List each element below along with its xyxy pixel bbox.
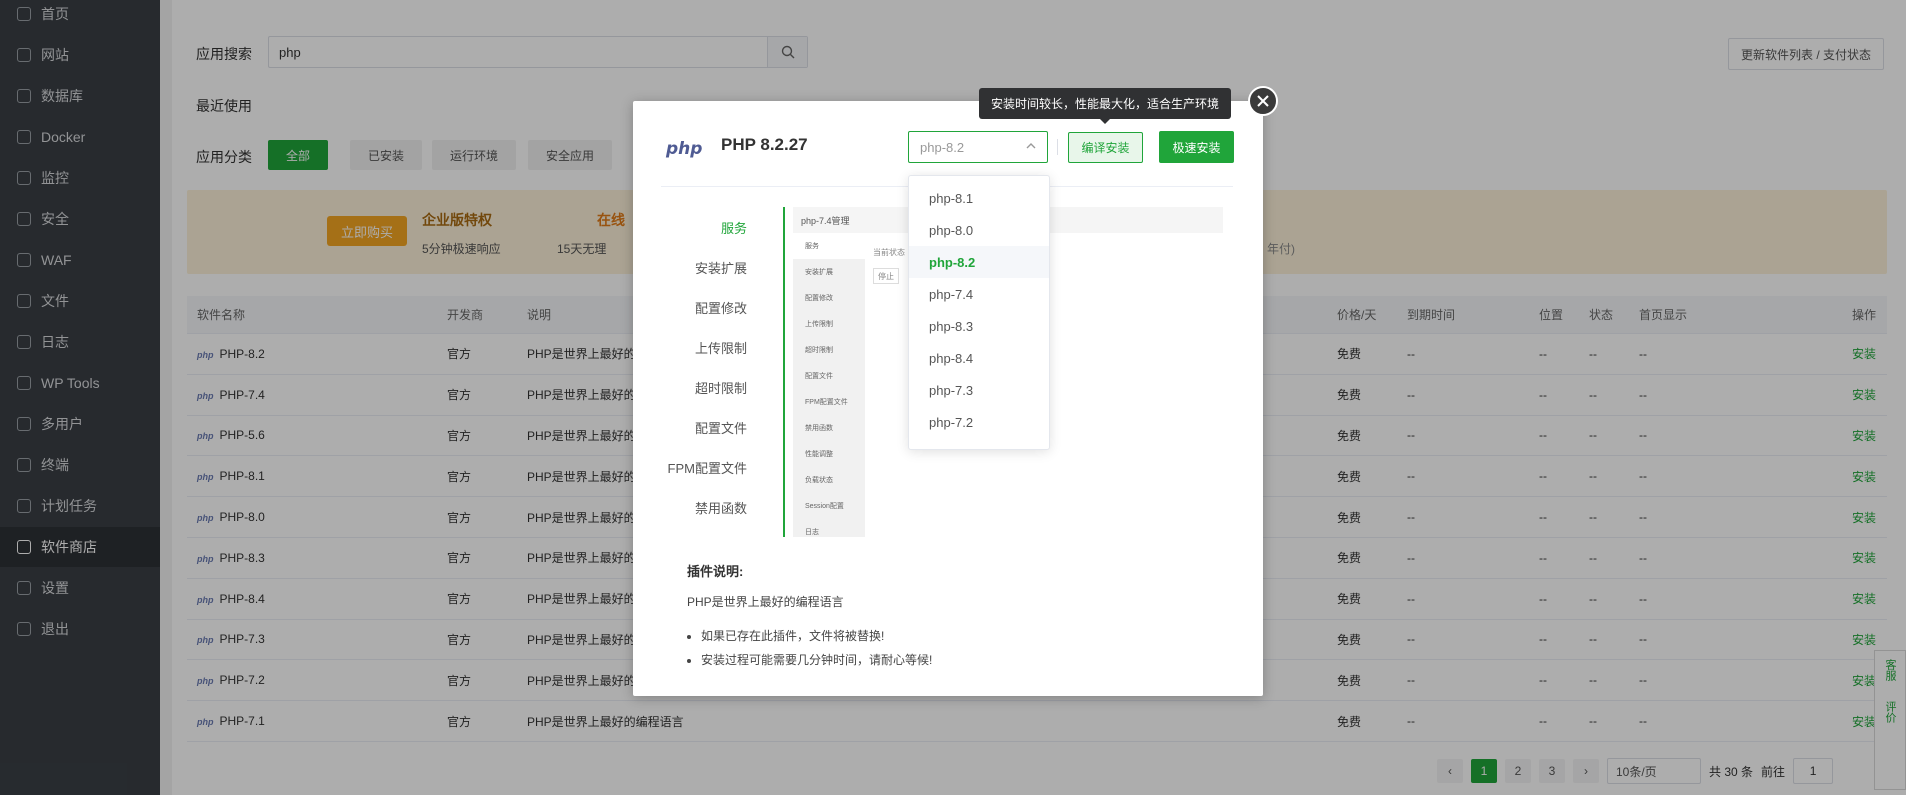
version-select-value: php-8.2: [920, 139, 965, 155]
version-select[interactable]: php-8.2: [908, 131, 1048, 163]
close-icon: [1257, 95, 1269, 107]
close-modal-button[interactable]: [1248, 86, 1278, 116]
preview-nav-item: 配置修改: [805, 295, 833, 302]
feature-item: 服务: [720, 220, 747, 236]
tooltip-arrow: [1099, 118, 1111, 124]
preview-nav-item: 禁用函数: [805, 425, 833, 432]
feature-item: 上传限制: [694, 340, 747, 356]
preview-nav-item: 性能调整: [805, 451, 833, 458]
version-option[interactable]: php-7.2: [909, 406, 1049, 438]
feature-item: 安装扩展: [694, 260, 747, 276]
feature-item: 配置修改: [694, 300, 747, 316]
php-logo: php: [666, 139, 703, 159]
version-option[interactable]: php-8.3: [909, 310, 1049, 342]
preview-nav: 服务安装扩展配置修改上传限制超时限制配置文件 FPM配置文件 禁用函数性能调整负载状…: [793, 233, 865, 537]
preview-stop: 停止: [873, 268, 899, 284]
desc-list-item: 如果已存在此插件，文件将被替换!: [701, 627, 932, 644]
preview-nav-item: Session配置: [805, 503, 844, 510]
separator: [1057, 139, 1058, 155]
fast-install-button[interactable]: 极速安装: [1159, 131, 1234, 163]
plugin-desc-title: 插件说明:: [687, 564, 744, 579]
preview-nav-item: 上传限制: [805, 321, 833, 328]
compile-tooltip: 安装时间较长，性能最大化，适合生产环境: [979, 88, 1231, 119]
feature-item: 超时限制: [694, 380, 747, 396]
preview-nav-item: 安装扩展: [805, 269, 833, 276]
feature-item: FPM配置文件: [667, 460, 747, 476]
version-option[interactable]: php-8.0: [909, 214, 1049, 246]
preview-nav-item: 负载状态: [805, 477, 833, 484]
chevron-up-icon: [1026, 143, 1036, 149]
preview-nav-item: 服务: [793, 233, 865, 259]
preview-nav-item: 日志: [805, 529, 819, 536]
preview-nav-item: 配置文件: [805, 373, 833, 380]
compile-install-button[interactable]: 编译安装: [1068, 132, 1143, 163]
plugin-desc-list: 如果已存在此插件，文件将被替换! 安装过程可能需要几分钟时间，请耐心等候!: [701, 627, 932, 675]
modal-title: PHP 8.2.27: [721, 135, 808, 154]
version-dropdown: php-8.1 php-8.0 php-8.2 php-7.4 php-8.3 php-8…: [908, 175, 1050, 450]
modal-feature-list: 服务安装扩展配置修改上传限制超时限制配置文件 FPM配置文件禁用函数: [661, 207, 761, 527]
desc-list-item: 安装过程可能需要几分钟时间，请耐心等候!: [701, 651, 932, 668]
version-option[interactable]: php-8.2: [909, 246, 1049, 278]
preview-content: 当前状态 停止: [873, 247, 905, 284]
feature-divider: [783, 207, 785, 537]
plugin-desc-text: PHP是世界上最好的编程语言: [687, 595, 844, 609]
preview-nav-item: FPM配置文件: [805, 399, 848, 406]
version-option[interactable]: php-8.4: [909, 342, 1049, 374]
preview-nav-item: 超时限制: [805, 347, 833, 354]
feature-item: 配置文件: [694, 420, 747, 436]
version-option[interactable]: php-7.3: [909, 374, 1049, 406]
feature-item: 禁用函数: [694, 500, 747, 516]
version-option[interactable]: php-8.1: [909, 182, 1049, 214]
preview-status: 当前状态: [873, 248, 905, 257]
version-option[interactable]: php-7.4: [909, 278, 1049, 310]
